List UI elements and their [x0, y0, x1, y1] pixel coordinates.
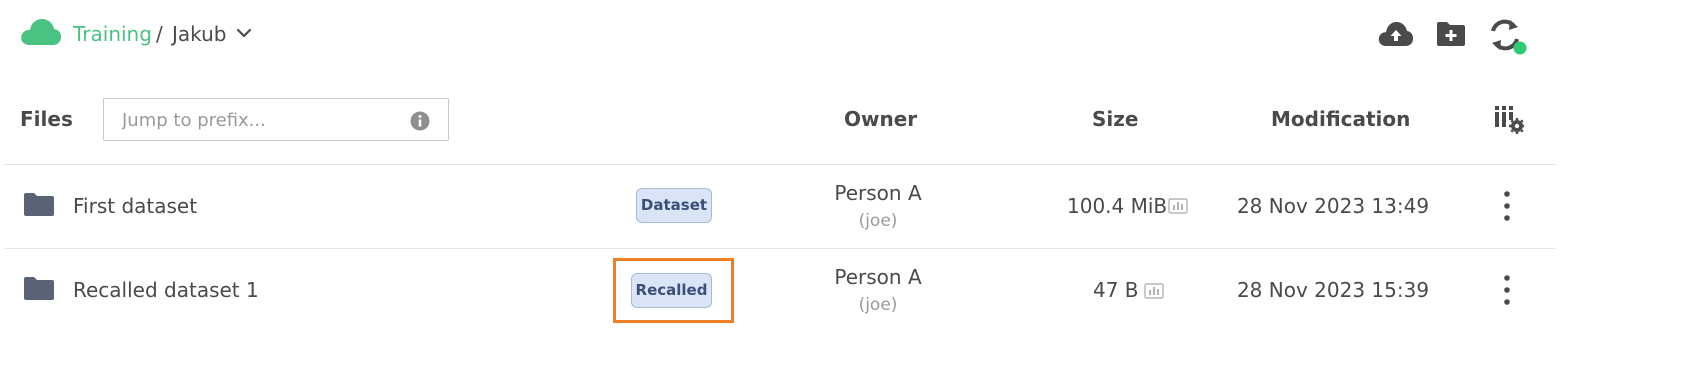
folder-icon: [24, 193, 54, 216]
column-settings-icon[interactable]: [1494, 105, 1524, 135]
folder-icon: [24, 277, 54, 300]
size-column-header[interactable]: Size: [1092, 107, 1138, 131]
row-size: 100.4 MiB: [1067, 194, 1168, 218]
space-cloud-icon: [20, 18, 62, 46]
owner-column-header[interactable]: Owner: [844, 107, 917, 131]
size-statistics-icon[interactable]: [1168, 198, 1188, 214]
row-name[interactable]: First dataset: [73, 194, 197, 218]
owner-login: (joe): [858, 295, 898, 315]
owner-name: Person A: [834, 265, 922, 289]
owner-name: Person A: [834, 181, 922, 205]
prefix-input[interactable]: [122, 108, 392, 132]
owner-login: (joe): [858, 211, 898, 231]
size-statistics-icon[interactable]: [1144, 283, 1164, 299]
breadcrumb-separator: /: [156, 22, 163, 46]
row-name[interactable]: Recalled dataset 1: [73, 278, 259, 302]
row-modification: 28 Nov 2023 13:49: [1236, 194, 1430, 218]
cloud-upload-icon[interactable]: [1378, 20, 1414, 48]
jump-to-prefix-field[interactable]: [103, 98, 449, 141]
sync-icon[interactable]: [1488, 17, 1530, 57]
row-size: 47 B: [1093, 278, 1139, 302]
modification-column-header[interactable]: Modification: [1271, 107, 1410, 131]
more-actions-icon[interactable]: [1500, 190, 1514, 222]
row-modification: 28 Nov 2023 15:39: [1236, 278, 1430, 302]
dataset-tag[interactable]: Dataset: [636, 188, 712, 223]
files-column-header: Files: [20, 107, 73, 131]
breadcrumb-space[interactable]: Training: [73, 22, 152, 46]
info-icon[interactable]: [410, 111, 430, 131]
more-actions-icon[interactable]: [1500, 274, 1514, 306]
chevron-down-icon[interactable]: [236, 28, 252, 40]
breadcrumb-directory[interactable]: Jakub: [172, 22, 227, 46]
recalled-tag[interactable]: Recalled: [631, 273, 712, 308]
new-folder-icon[interactable]: [1436, 21, 1466, 47]
